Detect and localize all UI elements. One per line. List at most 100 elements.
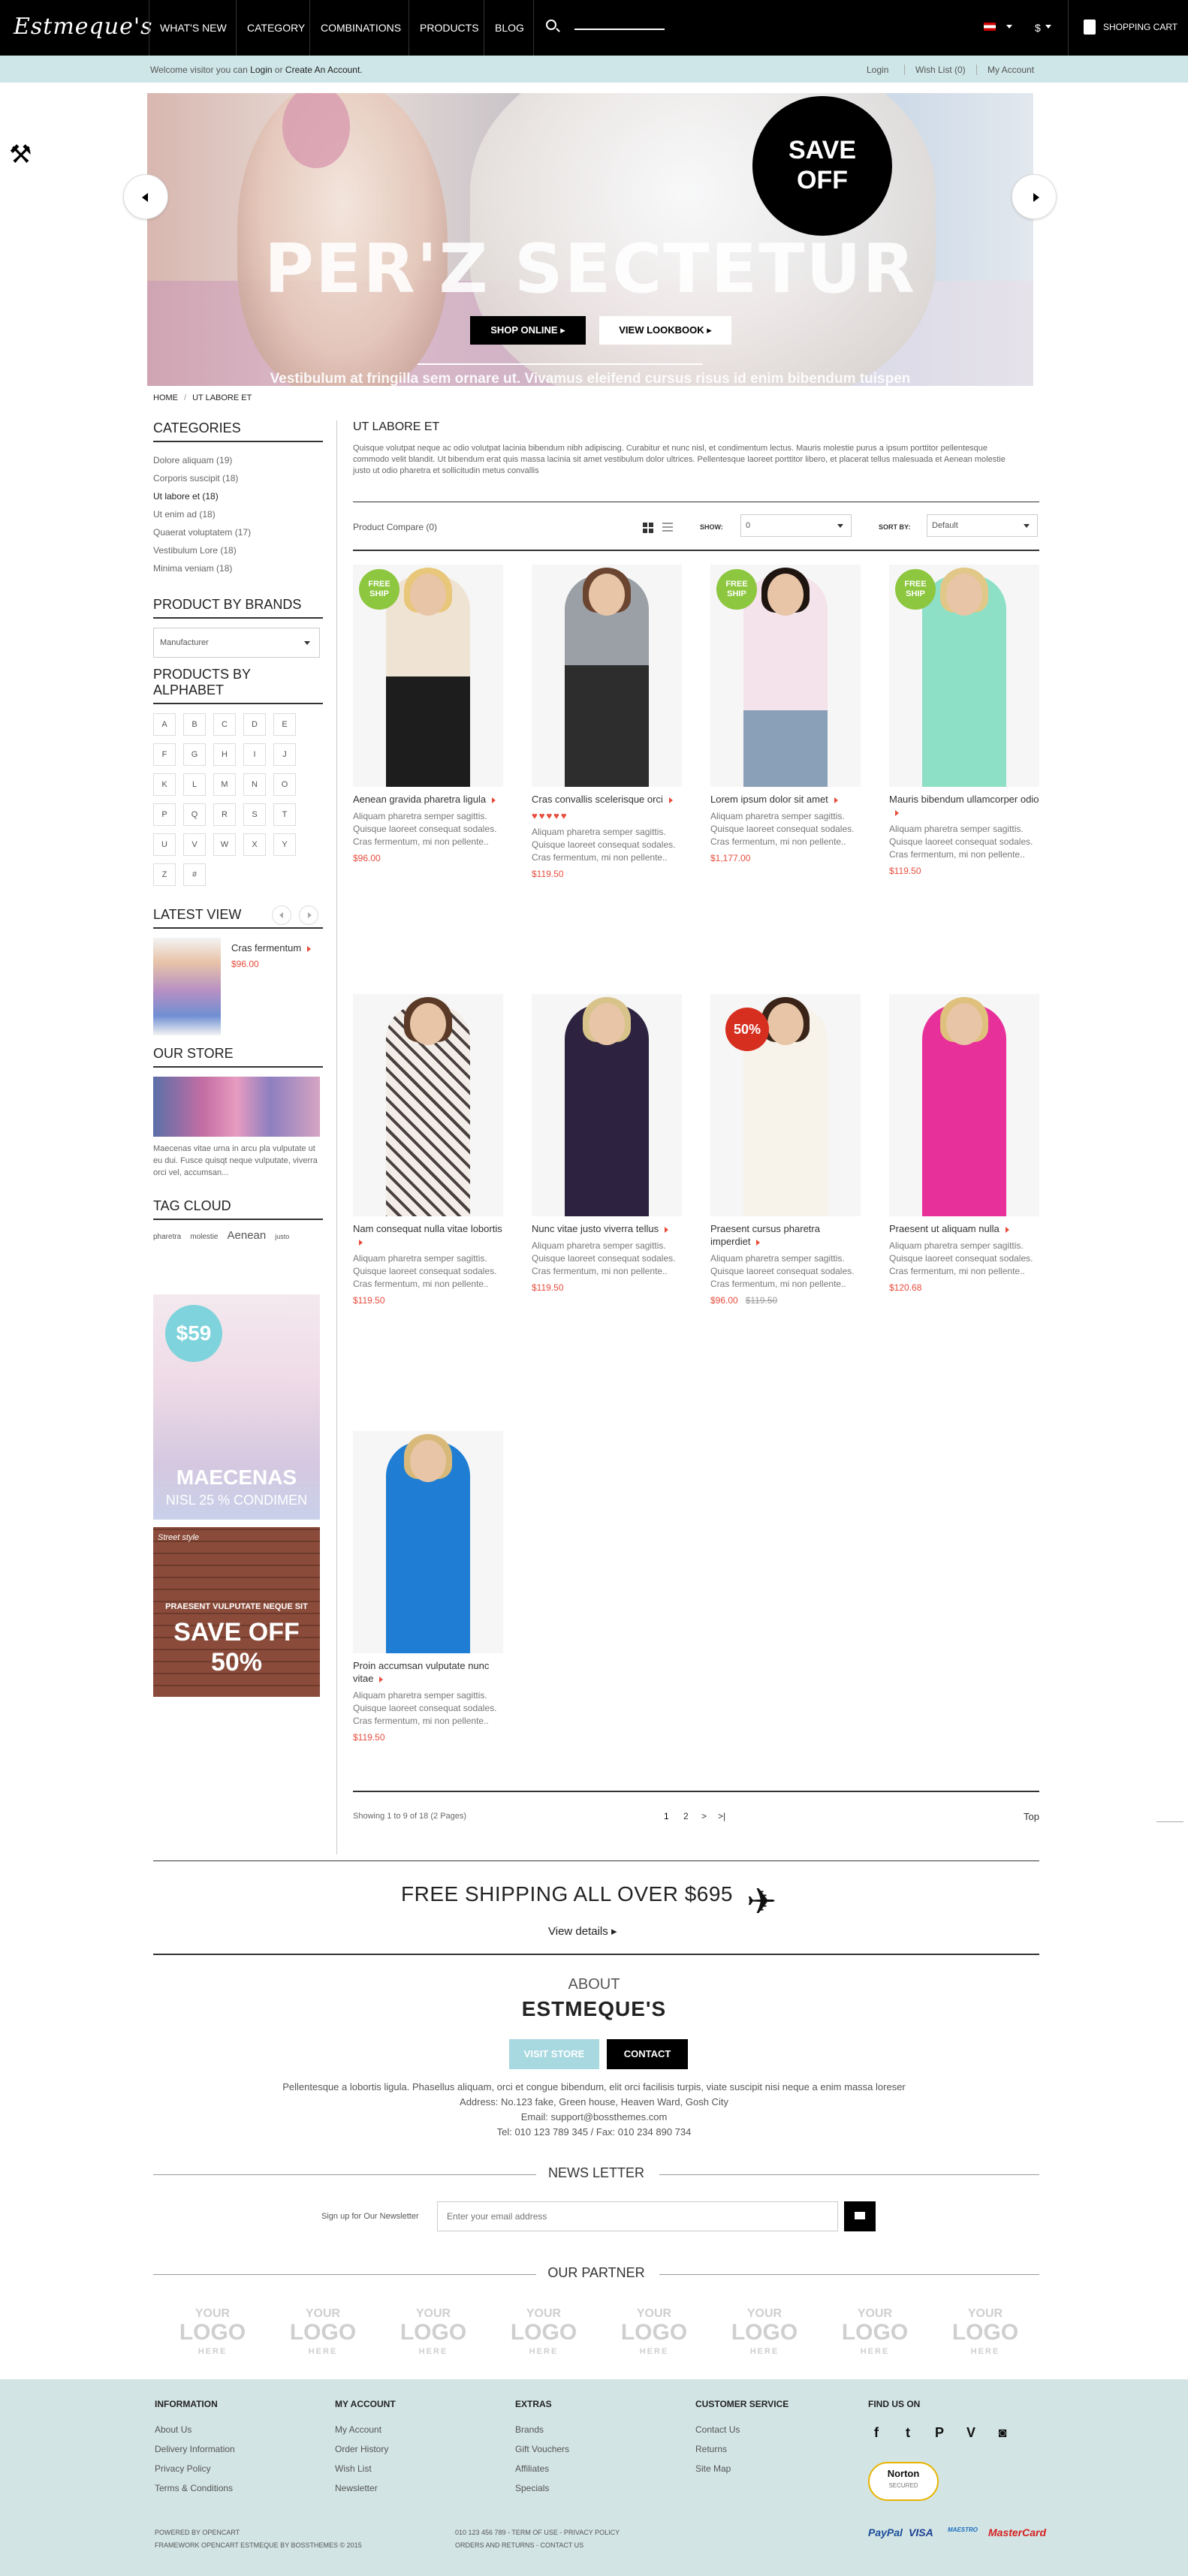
alphabet-letter-button[interactable]: D [243,713,266,736]
tag-link[interactable]: molestie [190,1233,218,1241]
back-to-top-link[interactable]: Top [1024,1811,1039,1822]
alphabet-letter-button[interactable]: # [183,863,206,886]
footer-link[interactable]: Wish List [335,2459,396,2478]
latest-next-button[interactable] [299,905,318,925]
partner-logo[interactable]: YOUR LOGO HERE [505,2306,582,2359]
product-card[interactable]: FREE SHIP Lorem ipsum dolor sit amet Aliqu… [710,565,861,863]
shopping-cart[interactable]: SHOPPING CART [1068,0,1188,56]
tag-link[interactable]: justo [275,1233,289,1240]
chevron-down-icon[interactable] [1006,25,1012,29]
footer-link[interactable]: About Us [155,2420,235,2439]
category-item[interactable]: Ut enim ad (18) [153,505,323,523]
instagram-icon[interactable]: ◙ [994,2424,1011,2441]
flag-icon[interactable] [984,23,996,31]
partner-logo[interactable]: YOUR LOGO HERE [174,2306,251,2359]
footer-link[interactable]: Specials [515,2478,569,2498]
partner-logo[interactable]: YOUR LOGO HERE [726,2306,803,2359]
alphabet-letter-button[interactable]: W [213,833,236,856]
product-image[interactable] [532,994,682,1216]
category-item[interactable]: Vestibulum Lore (18) [153,541,323,559]
store-image[interactable] [153,1077,320,1137]
tag-link[interactable]: pharetra [153,1233,181,1241]
product-image[interactable]: 50% [710,994,861,1216]
product-image[interactable] [532,565,682,787]
alphabet-letter-button[interactable]: A [153,713,176,736]
alphabet-letter-button[interactable]: L [183,773,206,796]
util-login-link[interactable]: Login [867,65,888,75]
category-item-active[interactable]: Ut labore et (18) [153,487,323,505]
alphabet-letter-button[interactable]: R [213,803,236,826]
latest-item[interactable]: Cras fermentum $96.00 [153,938,323,1043]
partner-logo[interactable]: YOUR LOGO HERE [837,2306,913,2359]
last-page-link[interactable]: >| [718,1811,725,1821]
manufacturer-select[interactable]: Manufacturer [153,628,320,658]
partner-logo[interactable]: YOUR LOGO HERE [395,2306,472,2359]
footer-link[interactable]: Affiliates [515,2459,569,2478]
category-item[interactable]: Quaerat voluptatem (17) [153,523,323,541]
product-image[interactable]: FREE SHIP [353,565,503,787]
partner-logo[interactable]: YOUR LOGO HERE [616,2306,692,2359]
partner-logo[interactable]: YOUR LOGO HERE [285,2306,361,2359]
footer-link[interactable]: Terms & Conditions [155,2478,235,2498]
product-name[interactable]: Praesent ut aliquam nulla [889,1222,1039,1235]
alphabet-letter-button[interactable]: E [273,713,296,736]
page-1-link[interactable]: 1 [664,1811,669,1821]
promo-banner-maecenas[interactable]: $59 MAECENAS NISL 25 % CONDIMEN [153,1294,320,1520]
latest-item-name[interactable]: Cras fermentum [231,942,312,954]
latest-item-image[interactable] [153,938,221,1035]
alphabet-letter-button[interactable]: S [243,803,266,826]
product-card[interactable]: FREE SHIP Mauris bibendum ullamcorper odi… [889,565,1039,876]
footer-link[interactable]: Newsletter [335,2478,396,2498]
product-name[interactable]: Mauris bibendum ullamcorper odio [889,793,1039,818]
product-name[interactable]: Nam consequat nulla vitae lobortis [353,1222,503,1248]
product-image[interactable] [353,994,503,1216]
alphabet-letter-button[interactable]: Q [183,803,206,826]
alphabet-letter-button[interactable]: B [183,713,206,736]
category-item[interactable]: Minima veniam (18) [153,559,323,577]
nav-combinations[interactable]: COMBINATIONS [309,0,412,56]
alphabet-letter-button[interactable]: T [273,803,296,826]
promo-banner-save-off[interactable]: Street style PRAESENT VULPUTATE NEQUE SI… [153,1527,320,1697]
product-card[interactable]: FREE SHIP Aenean gravida pharetra ligula A… [353,565,503,863]
chevron-down-icon[interactable] [1045,25,1051,29]
product-image[interactable] [889,994,1039,1216]
product-image[interactable]: FREE SHIP [889,565,1039,787]
list-view-icon[interactable] [662,523,673,533]
alphabet-letter-button[interactable]: N [243,773,266,796]
newsletter-submit-button[interactable] [844,2201,876,2231]
alphabet-letter-button[interactable]: X [243,833,266,856]
tag-link[interactable]: Aenean [228,1229,267,1242]
product-card[interactable]: Proin accumsan vulputate nunc vitae Aliqu… [353,1431,503,1743]
pinterest-icon[interactable]: P [931,2424,948,2441]
product-card[interactable]: Praesent ut aliquam nulla Aliquam pharetr… [889,994,1039,1293]
product-name[interactable]: Cras convallis scelerisque orci [532,793,682,806]
tools-icon[interactable]: ⚒ [9,140,32,170]
facebook-icon[interactable]: f [868,2424,885,2441]
latest-prev-button[interactable] [272,905,291,925]
alphabet-letter-button[interactable]: Z [153,863,176,886]
alphabet-letter-button[interactable]: O [273,773,296,796]
alphabet-letter-button[interactable]: V [183,833,206,856]
alphabet-letter-button[interactable]: M [213,773,236,796]
slider-next-button[interactable] [1012,174,1057,219]
contact-button[interactable]: CONTACT [607,2039,688,2069]
footer-link[interactable]: Order History [335,2439,396,2459]
alphabet-letter-button[interactable]: H [213,743,236,766]
alphabet-letter-button[interactable]: J [273,743,296,766]
view-details-link[interactable]: View details ▸ [548,1924,617,1938]
site-logo[interactable]: Estmeque's [14,14,152,40]
product-name[interactable]: Proin accumsan vulputate nunc vitae [353,1659,503,1685]
next-page-link[interactable]: > [701,1811,707,1821]
grid-view-icon[interactable] [643,523,653,533]
view-lookbook-button[interactable]: VIEW LOOKBOOK ▸ [599,316,731,345]
product-card[interactable]: 50% Praesent cursus pharetra imperdiet Ali… [710,994,861,1306]
product-card[interactable]: Nam consequat nulla vitae lobortis Aliqua… [353,994,503,1306]
shop-online-button[interactable]: SHOP ONLINE ▸ [470,316,586,345]
alphabet-letter-button[interactable]: C [213,713,236,736]
nav-whats-new[interactable]: WHAT'S NEW [149,0,237,56]
currency-selector[interactable]: $ [1035,0,1041,56]
footer-link[interactable]: Returns [695,2439,788,2459]
sort-select[interactable]: Default [927,514,1038,537]
footer-link[interactable]: My Account [335,2420,396,2439]
breadcrumb-current[interactable]: UT LABORE ET [192,393,252,402]
